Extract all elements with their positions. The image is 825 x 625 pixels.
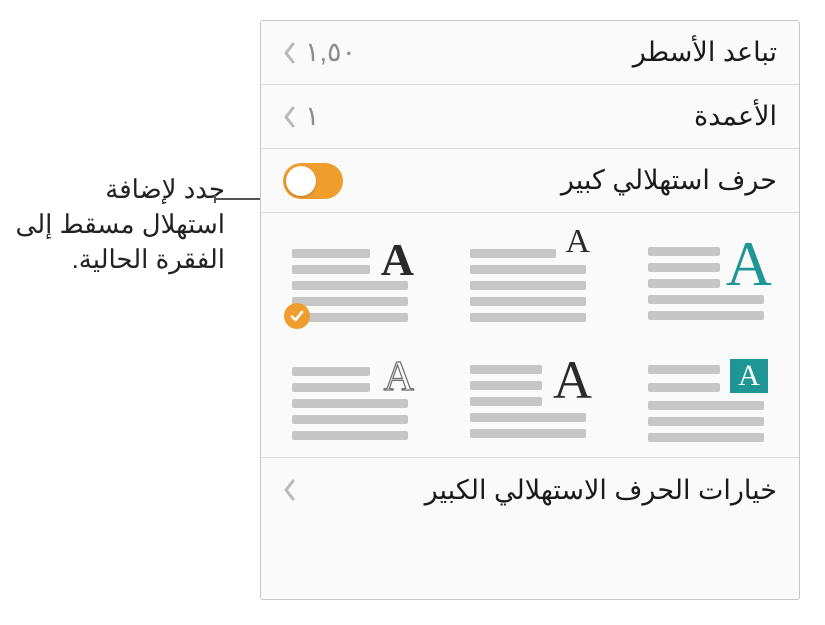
line-spacing-value: ١,٥٠ — [305, 37, 356, 68]
style-preview-icon: A — [292, 241, 412, 331]
drop-cap-style-2[interactable]: A — [470, 241, 590, 331]
drop-cap-label: حرف استهلالي كبير — [561, 165, 777, 196]
drop-cap-row: حرف استهلالي كبير — [261, 149, 799, 213]
check-icon — [284, 303, 310, 329]
drop-cap-style-3[interactable]: A — [292, 241, 412, 331]
style-preview-icon: A — [470, 241, 590, 331]
style-preview-icon: A — [470, 359, 590, 449]
chevron-left-icon — [283, 42, 297, 64]
style-preview-icon: A — [292, 359, 412, 449]
drop-cap-styles-grid: A A — [283, 241, 777, 449]
columns-row[interactable]: الأعمدة ١ — [261, 85, 799, 149]
chevron-left-icon — [283, 479, 297, 501]
drop-cap-style-6[interactable]: A — [292, 359, 412, 449]
columns-label: الأعمدة — [694, 101, 777, 132]
line-spacing-value-wrap: ١,٥٠ — [283, 37, 356, 68]
drop-cap-style-4[interactable]: A — [648, 359, 768, 449]
drop-cap-options-row[interactable]: خيارات الحرف الاستهلالي الكبير — [261, 458, 799, 522]
style-preview-icon: A — [648, 359, 768, 449]
drop-cap-toggle[interactable] — [283, 163, 343, 199]
style-preview-icon: A — [648, 241, 768, 331]
drop-cap-style-1[interactable]: A — [648, 241, 768, 331]
line-spacing-label: تباعد الأسطر — [633, 37, 777, 68]
format-panel: تباعد الأسطر ١,٥٠ الأعمدة ١ حرف استهلالي… — [260, 20, 800, 600]
drop-cap-options-label: خيارات الحرف الاستهلالي الكبير — [425, 475, 777, 506]
drop-cap-styles-area: A A — [261, 213, 799, 458]
callout-text: حدد لإضافة استهلال مسقط إلى الفقرة الحال… — [15, 172, 225, 277]
columns-value: ١ — [305, 101, 320, 132]
line-spacing-row[interactable]: تباعد الأسطر ١,٥٠ — [261, 21, 799, 85]
chevron-left-icon — [283, 106, 297, 128]
columns-value-wrap: ١ — [283, 101, 320, 132]
drop-cap-style-5[interactable]: A — [470, 359, 590, 449]
